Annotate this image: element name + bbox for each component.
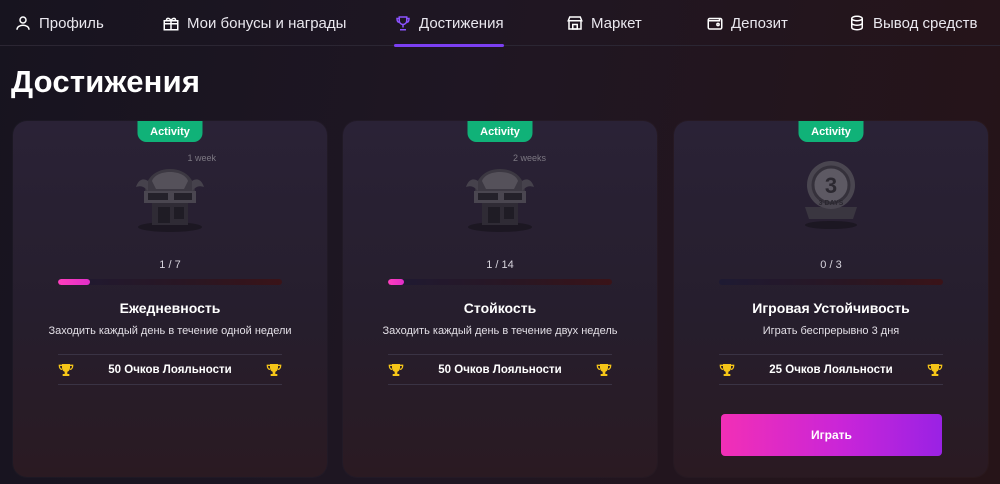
nav-tab-label: Мои бонусы и награды — [187, 14, 347, 32]
achievement-image: 2 weeks — [452, 151, 548, 235]
achievement-image: 1 week — [122, 151, 218, 235]
nav-tab-label: Депозит — [731, 14, 788, 32]
trophy-icon — [719, 364, 735, 376]
trophy-icon — [58, 364, 74, 376]
trophy-icon — [266, 364, 282, 376]
coins-icon — [851, 15, 863, 31]
user-icon — [16, 16, 30, 30]
achievement-title: Игровая Устойчивость — [752, 300, 910, 316]
progress-bar — [388, 279, 612, 285]
nav-tab-label: Достижения — [419, 14, 504, 32]
store-icon — [567, 16, 583, 30]
trophy-icon — [596, 364, 612, 376]
nav-tab-deposit[interactable]: Депозит — [706, 0, 788, 46]
gift-icon — [163, 17, 179, 31]
nav-tab-bonuses[interactable]: Мои бонусы и награды — [162, 0, 346, 46]
wallet-icon — [707, 17, 723, 30]
svg-text:3: 3 — [825, 173, 837, 198]
top-nav: Профиль Мои бонусы и награды Достижения … — [0, 0, 1000, 47]
nav-tab-label: Маркет — [591, 14, 642, 32]
reward-row: 25 Очков Лояльности — [719, 354, 943, 385]
reward-row: 50 Очков Лояльности — [388, 354, 612, 385]
achievement-image-label: 2 weeks — [512, 153, 546, 163]
reward-label: 50 Очков Лояльности — [438, 363, 562, 376]
nav-tab-withdraw[interactable]: Вывод средств — [848, 0, 977, 46]
achievement-title: Ежедневность — [119, 300, 221, 316]
category-badge: Activity — [798, 121, 864, 142]
trophy-icon — [396, 16, 410, 31]
achievement-description: Играть беспрерывно 3 дня — [762, 325, 900, 337]
nav-tab-achievements[interactable]: Достижения — [394, 0, 504, 47]
reward-row: 50 Очков Лояльности — [58, 354, 282, 385]
achievement-card: Activity 3 3 DAYS 0 / 3 Игровая Устойчив… — [674, 121, 988, 477]
achievement-description: Заходить каждый день в течение одной нед… — [48, 325, 292, 337]
achievement-image: 3 3 DAYS — [783, 151, 879, 235]
progress-text: 1 / 7 — [159, 259, 181, 271]
nav-tab-profile[interactable]: Профиль — [14, 0, 104, 46]
progress-fill — [58, 279, 91, 285]
nav-tab-label: Профиль — [39, 14, 104, 32]
nav-tab-market[interactable]: Маркет — [566, 0, 642, 46]
achievement-card: Activity 2 weeks 1 / 14 Стойкость Заходи… — [343, 121, 657, 477]
category-badge: Activity — [467, 121, 533, 142]
reward-label: 25 Очков Лояльности — [769, 363, 893, 376]
trophy-icon — [388, 364, 404, 376]
trophy-icon — [927, 364, 943, 376]
progress-bar — [719, 279, 943, 285]
nav-tab-label: Вывод средств — [873, 14, 978, 32]
achievement-image-label: 3 DAYS — [819, 200, 844, 207]
progress-text: 0 / 3 — [820, 259, 842, 271]
progress-bar — [58, 279, 282, 285]
progress-text: 1 / 14 — [486, 259, 514, 271]
achievement-image-label: 1 week — [187, 153, 216, 163]
play-button[interactable]: Играть — [721, 414, 942, 456]
reward-label: 50 Очков Лояльности — [108, 363, 232, 376]
achievement-title: Стойкость — [463, 300, 537, 316]
achievement-description: Заходить каждый день в течение двух неде… — [382, 325, 618, 337]
page-title: Достижения — [11, 64, 201, 99]
achievement-card: Activity 1 week 1 / 7 Ежедневность Заход… — [13, 121, 327, 477]
category-badge: Activity — [137, 121, 203, 142]
progress-fill — [388, 279, 404, 285]
